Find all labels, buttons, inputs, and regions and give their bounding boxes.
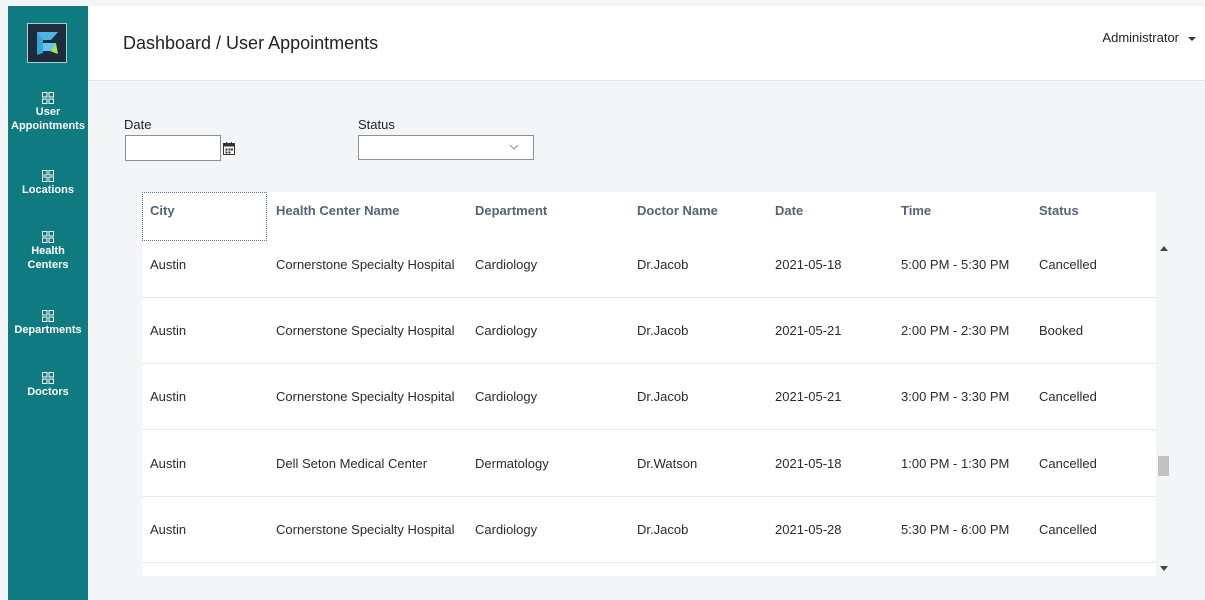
date-filter-label: Date [124,117,152,132]
cell-status: Cancelled [1039,389,1097,404]
cell-health-center: Cornerstone Specialty Hospital [276,389,455,404]
cell-department: Cardiology [475,389,538,404]
cell-health-center: Cornerstone Specialty Hospital [276,522,455,537]
cell-department: Cardiology [475,522,538,537]
status-filter-label: Status [358,117,395,132]
app-logo[interactable] [27,23,67,63]
chevron-down-icon [509,144,519,150]
cell-date: 2021-05-18 [775,456,842,471]
cell-doctor: Dr.Jacob [637,522,689,537]
cell-date: 2021-05-21 [775,323,842,338]
sidebar-item-label: Departments [14,324,82,336]
column-header-date[interactable]: Date [775,203,803,218]
user-name: Administrator [1102,30,1179,45]
cell-department: Dermatology [475,456,549,471]
sidebar-item-label: Appointments [11,120,85,132]
sidebar-item-doctors[interactable]: Doctors [8,372,88,399]
cell-time: 1:00 PM - 1:30 PM [901,456,1010,471]
scroll-thumb[interactable] [1158,456,1169,476]
table-row[interactable]: Austin Cornerstone Specialty Hospital Ca… [142,232,1156,298]
sidebar-item-label: Health [31,245,65,257]
table-row[interactable]: Austin Dell Seton Medical Center Dermato… [142,431,1156,497]
cell-city: Austin [150,522,187,537]
column-header-time[interactable]: Time [901,203,931,218]
sidebar-item-health-centers[interactable]: Health Centers [8,231,88,272]
grid-icon [42,310,54,322]
top-header: Dashboard / User Appointments Administra… [88,6,1205,81]
cell-date: 2021-05-28 [775,522,842,537]
cell-doctor: Dr.Jacob [637,389,689,404]
cell-status: Cancelled [1039,257,1097,272]
cell-status: Booked [1039,323,1084,338]
cell-health-center: Dell Seton Medical Center [276,456,428,471]
cell-health-center: Cornerstone Specialty Hospital [276,257,455,272]
cell-city: Austin [150,257,187,272]
grid-icon [42,231,54,243]
table-scrollbar[interactable] [1156,242,1173,576]
sidebar-item-user-appointments[interactable]: User Appointments [8,92,88,133]
sidebar-item-label: User [35,106,61,118]
cell-date: 2021-05-18 [775,257,842,272]
cell-city: Austin [150,456,187,471]
cell-doctor: Dr.Watson [637,456,698,471]
sidebar-item-label: Centers [27,259,69,271]
user-menu[interactable]: Administrator [1102,30,1196,45]
column-header-status[interactable]: Status [1039,203,1079,218]
caret-down-icon [1188,36,1196,41]
cell-time: 2:00 PM - 2:30 PM [901,323,1010,338]
cell-city: Austin [150,323,187,338]
cell-time: 5:00 PM - 5:30 PM [901,257,1010,272]
table-row[interactable]: Austin Cornerstone Specialty Hospital Ca… [142,298,1156,364]
cell-status: Cancelled [1039,456,1097,471]
table-row[interactable]: Austin Cornerstone Specialty Hospital Ca… [142,497,1156,563]
column-header-city[interactable]: City [150,203,175,218]
column-header-doctor[interactable]: Doctor Name [637,203,718,218]
sidebar-item-departments[interactable]: Departments [8,310,88,337]
scroll-down-arrow-icon[interactable] [1160,566,1168,571]
cell-doctor: Dr.Jacob [637,257,689,272]
sidebar-item-label: Doctors [27,386,69,398]
column-header-department[interactable]: Department [475,203,547,218]
cell-time: 3:00 PM - 3:30 PM [901,389,1010,404]
column-header-health-center[interactable]: Health Center Name [276,203,400,218]
status-filter-select[interactable] [358,135,534,160]
cell-doctor: Dr.Jacob [637,323,689,338]
breadcrumb: Dashboard / User Appointments [123,33,379,53]
calendar-icon[interactable] [223,142,235,155]
cell-department: Cardiology [475,323,538,338]
date-filter-input[interactable] [125,135,221,161]
grid-icon [42,170,54,182]
table-row[interactable]: Austin Cornerstone Specialty Hospital Ca… [142,364,1156,430]
cell-city: Austin [150,389,187,404]
sidebar-item-label: Locations [22,184,74,196]
cell-health-center: Cornerstone Specialty Hospital [276,323,455,338]
sidebar-item-locations[interactable]: Locations [8,170,88,197]
scroll-up-arrow-icon[interactable] [1160,246,1168,251]
cell-date: 2021-05-21 [775,389,842,404]
cell-department: Cardiology [475,257,538,272]
cell-status: Cancelled [1039,522,1097,537]
cell-time: 5:30 PM - 6:00 PM [901,522,1010,537]
appointments-table: City Health Center Name Department Docto… [142,192,1156,576]
grid-icon [42,372,54,384]
sidebar: User Appointments Locations Health Cente… [8,6,88,600]
grid-icon [42,92,54,104]
